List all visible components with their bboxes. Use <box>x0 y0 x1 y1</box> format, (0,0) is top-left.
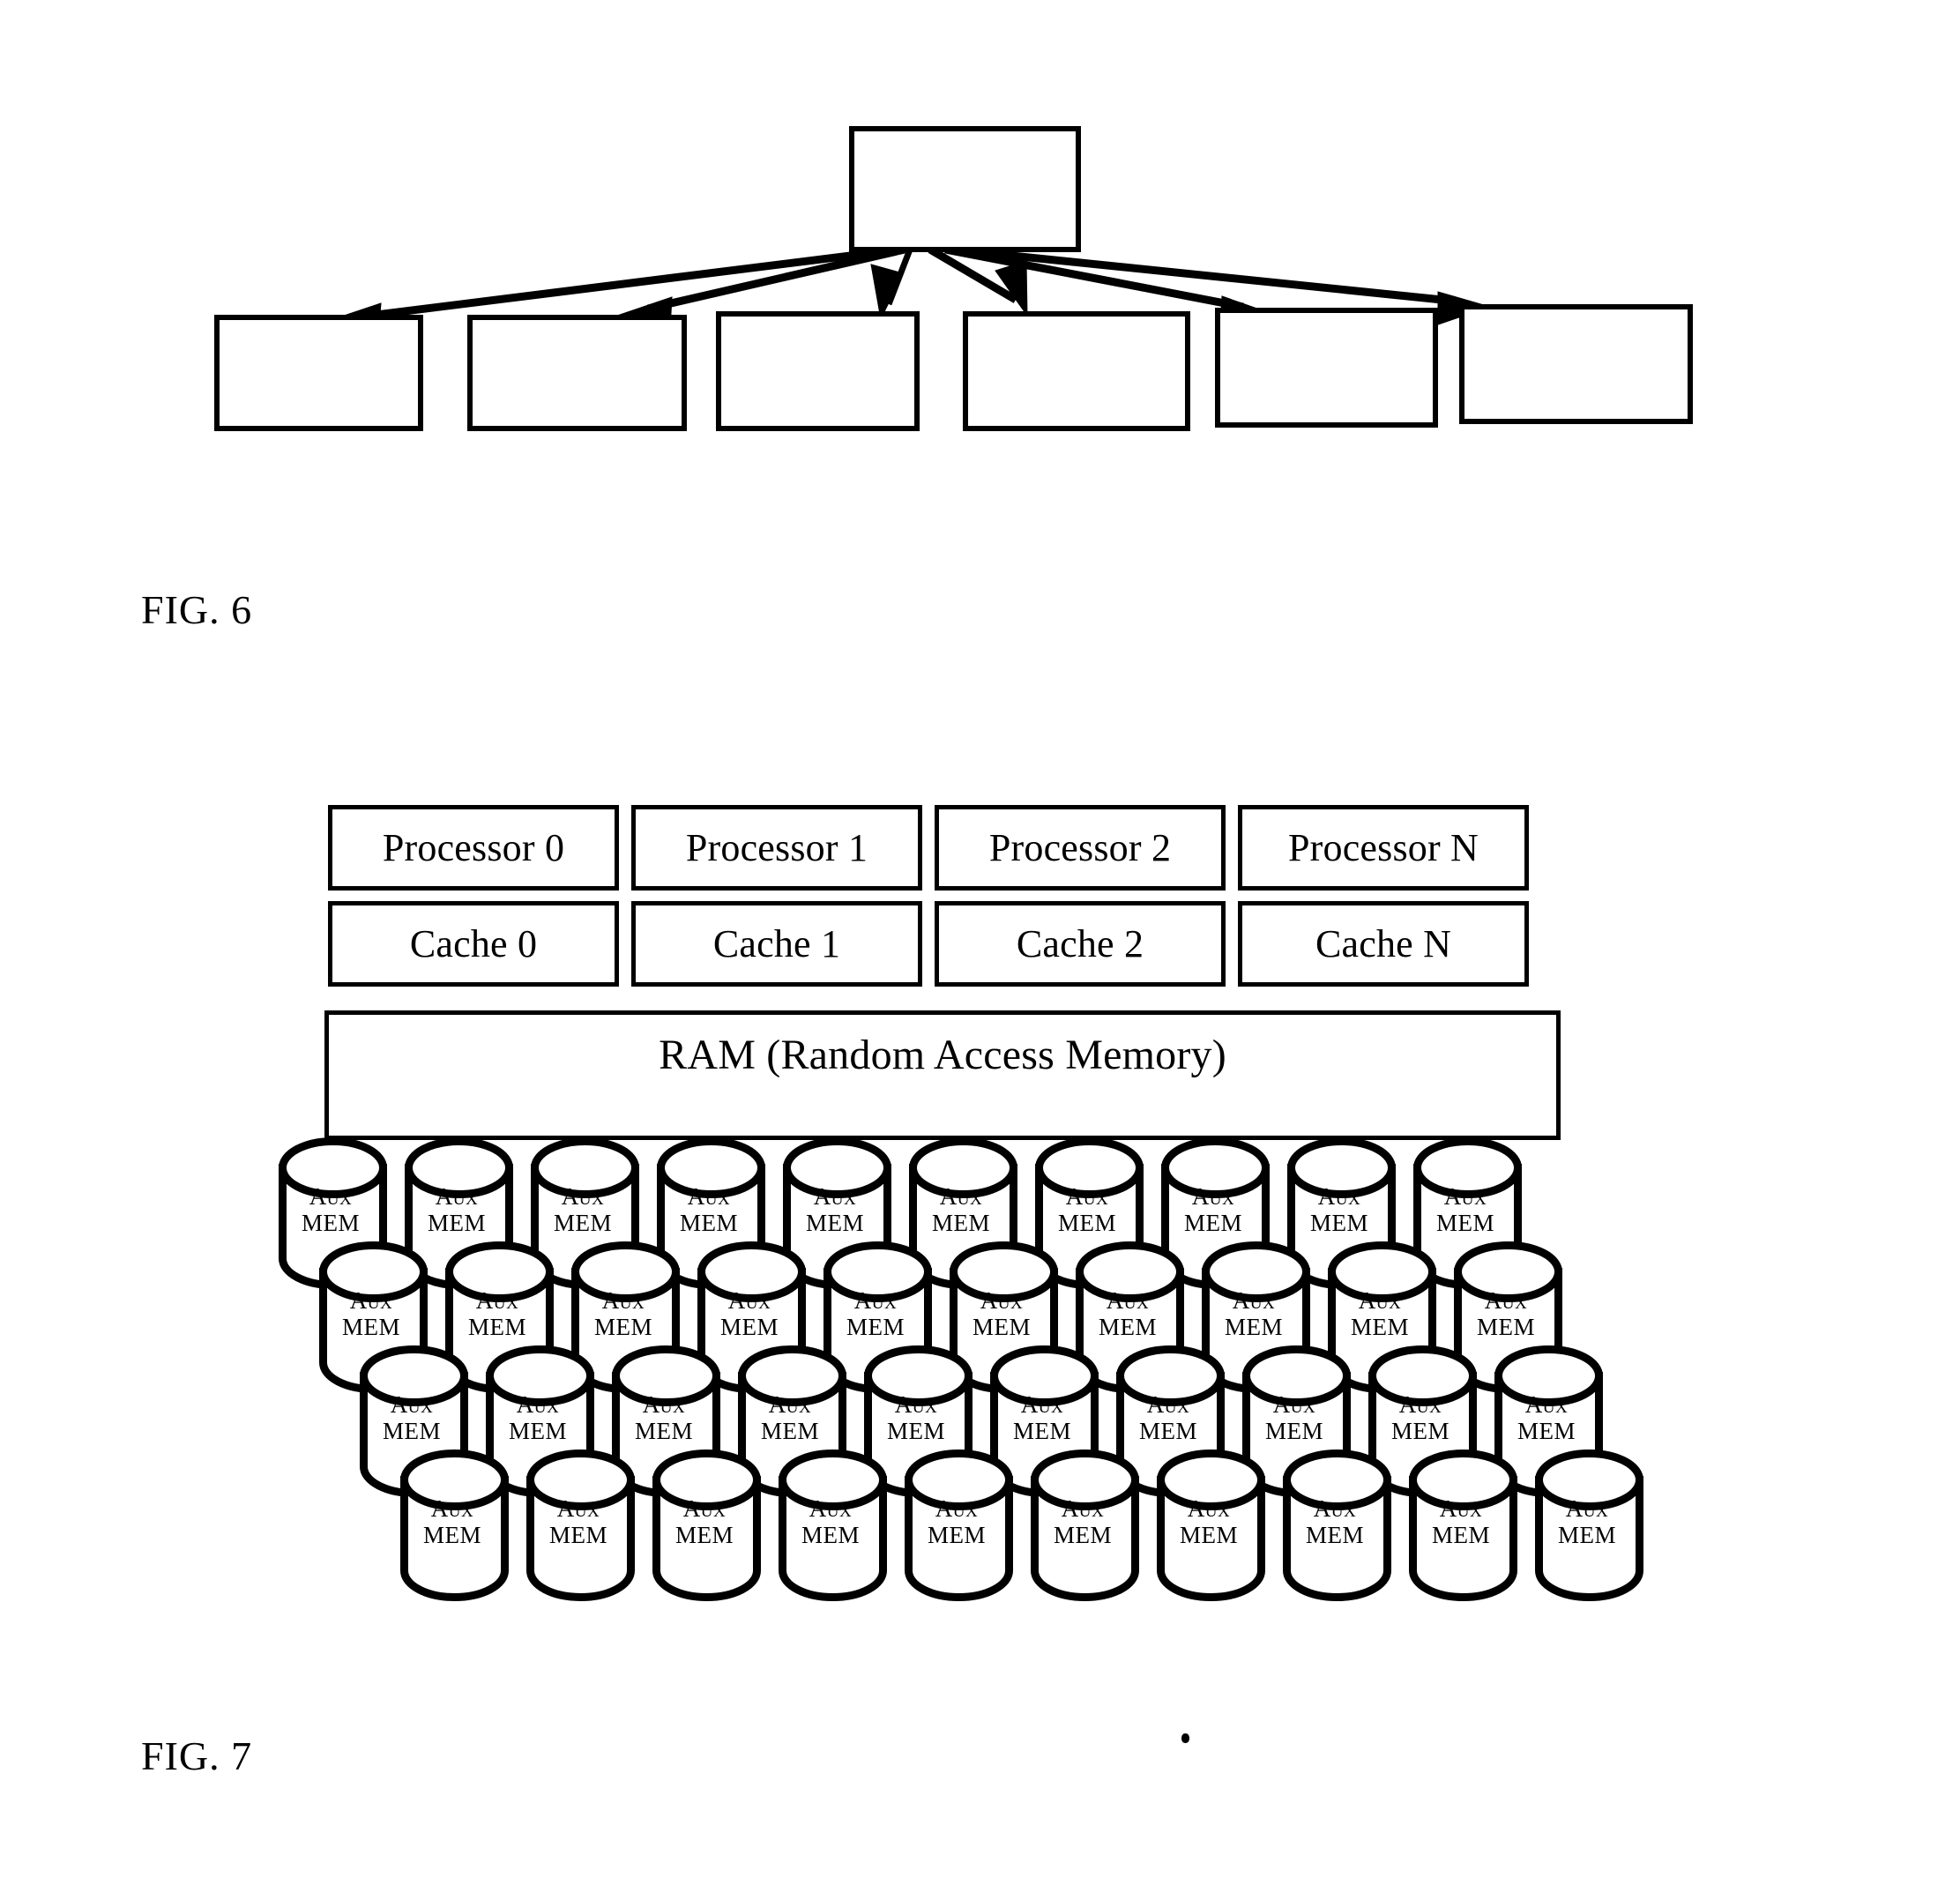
fig6-child-block-6[interactable] <box>1459 304 1693 424</box>
fig6-parent-block[interactable] <box>849 126 1081 252</box>
fig7-processor-0[interactable]: Processor 0 <box>328 805 619 891</box>
aux-mem-cylinder[interactable]: Aux MEM <box>526 1449 657 1601</box>
fig7-cache-2[interactable]: Cache 2 <box>935 901 1226 987</box>
aux-mem-cylinder[interactable]: Aux MEM <box>1031 1449 1161 1601</box>
fig7-processor-2[interactable]: Processor 2 <box>935 805 1226 891</box>
fig7-ram-block[interactable]: RAM (Random Access Memory) <box>324 1010 1561 1140</box>
fig7-caption: FIG. 7 <box>141 1733 253 1778</box>
fig7-processor-n[interactable]: Processor N <box>1238 805 1529 891</box>
fig7-ram-label: RAM (Random Access Memory) <box>659 1032 1226 1078</box>
aux-mem-cylinder[interactable]: Aux MEM <box>905 1449 1035 1601</box>
fig6-caption: FIG. 6 <box>141 587 253 632</box>
aux-mem-cylinder[interactable]: Aux MEM <box>652 1449 783 1601</box>
fig6-child-block-5[interactable] <box>1215 308 1438 428</box>
aux-mem-cylinder[interactable]: Aux MEM <box>1283 1449 1413 1601</box>
fig7-cache-1[interactable]: Cache 1 <box>631 901 922 987</box>
fig7-cache-0-label: Cache 0 <box>409 921 538 965</box>
fig7-cache-n-label: Cache N <box>1315 921 1452 965</box>
fig7-processor-2-label: Processor 2 <box>988 825 1172 869</box>
aux-mem-cylinder[interactable]: Aux MEM <box>1409 1449 1539 1601</box>
scan-speck <box>1181 1733 1189 1743</box>
fig6-child-block-1[interactable] <box>214 315 423 431</box>
fig6-child-block-4[interactable] <box>963 311 1190 431</box>
fig7-processor-n-label: Processor N <box>1287 825 1479 869</box>
patent-drawing-sheet: FIG. 6 Processor 0 Processor 1 Processor… <box>0 0 1960 1878</box>
fig6-child-block-2[interactable] <box>467 315 687 431</box>
fig7-cache-n[interactable]: Cache N <box>1238 901 1529 987</box>
fig7-processor-1[interactable]: Processor 1 <box>631 805 922 891</box>
fig7-processor-0-label: Processor 0 <box>382 825 565 869</box>
aux-mem-cylinder[interactable]: Aux MEM <box>400 1449 531 1601</box>
aux-mem-cylinder[interactable]: Aux MEM <box>1157 1449 1287 1601</box>
fig7-cache-2-label: Cache 2 <box>1016 921 1144 965</box>
fig6-child-block-3[interactable] <box>716 311 920 431</box>
aux-mem-cylinder[interactable]: Aux MEM <box>779 1449 909 1601</box>
fig7-cache-1-label: Cache 1 <box>712 921 841 965</box>
fig7-processor-1-label: Processor 1 <box>685 825 868 869</box>
fig7-cache-0[interactable]: Cache 0 <box>328 901 619 987</box>
aux-mem-cylinder[interactable]: Aux MEM <box>1535 1449 1666 1601</box>
